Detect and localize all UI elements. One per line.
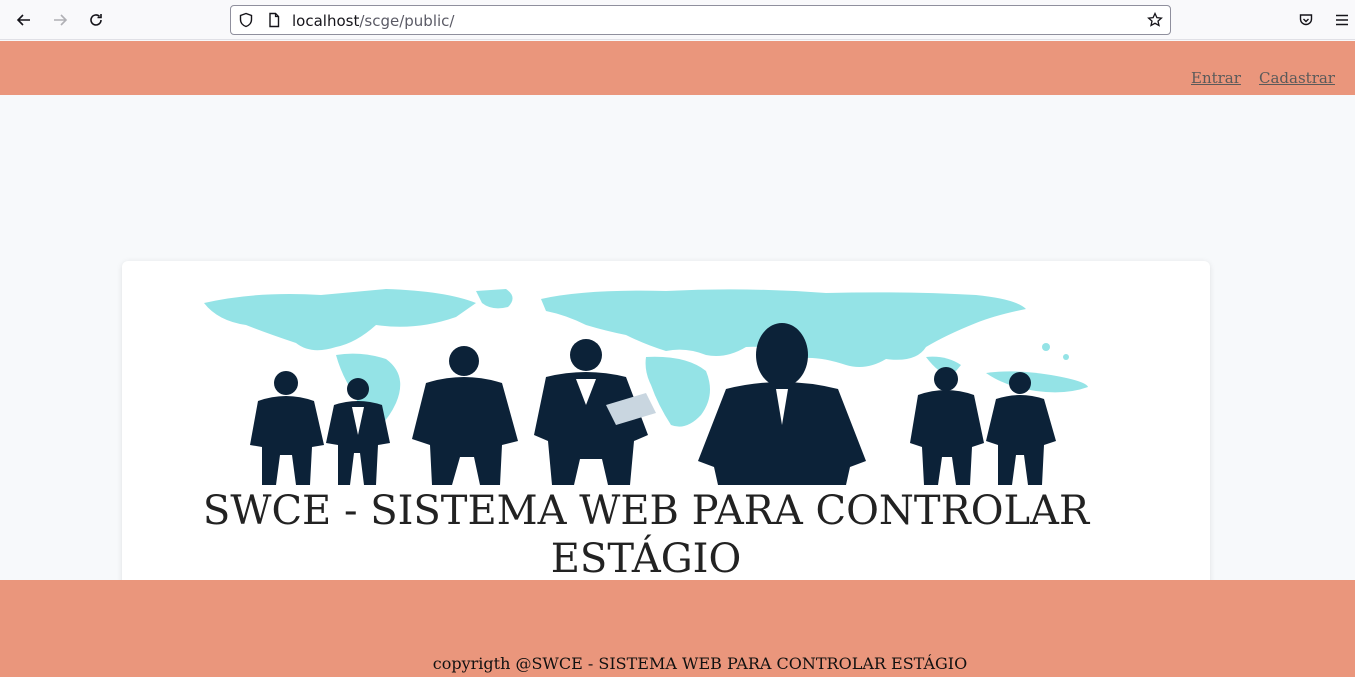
- footer-copyright: copyrigth @SWCE - SISTEMA WEB PARA CONTR…: [432, 654, 968, 673]
- url-text[interactable]: localhost/scge/public/: [292, 12, 454, 30]
- url-host: localhost: [292, 12, 360, 30]
- register-link[interactable]: Cadastrar: [1259, 69, 1335, 87]
- page-icon: [266, 12, 282, 28]
- hero-card: SWCE - SISTEMA WEB PARA CONTROLAR ESTÁGI…: [122, 261, 1210, 601]
- browser-toolbar: localhost/scge/public/: [0, 0, 1355, 40]
- site-footer: copyrigth @SWCE - SISTEMA WEB PARA CONTR…: [0, 580, 1355, 677]
- business-people-world-map-illustration: [146, 285, 1146, 485]
- menu-icon[interactable]: [1330, 8, 1354, 32]
- star-icon[interactable]: [1147, 11, 1163, 28]
- page-title: SWCE - SISTEMA WEB PARA CONTROLAR ESTÁGI…: [202, 488, 1090, 582]
- hero-banner-image: [146, 285, 1146, 485]
- back-icon[interactable]: [12, 8, 36, 32]
- url-path: /scge/public/: [359, 12, 455, 30]
- forward-icon[interactable]: [48, 8, 72, 32]
- shield-icon[interactable]: [238, 12, 254, 28]
- login-link[interactable]: Entrar: [1191, 69, 1241, 87]
- reload-icon[interactable]: [84, 8, 108, 32]
- url-bar[interactable]: localhost/scge/public/: [230, 5, 1171, 35]
- pocket-icon[interactable]: [1294, 8, 1318, 32]
- site-header: Entrar Cadastrar: [0, 41, 1355, 95]
